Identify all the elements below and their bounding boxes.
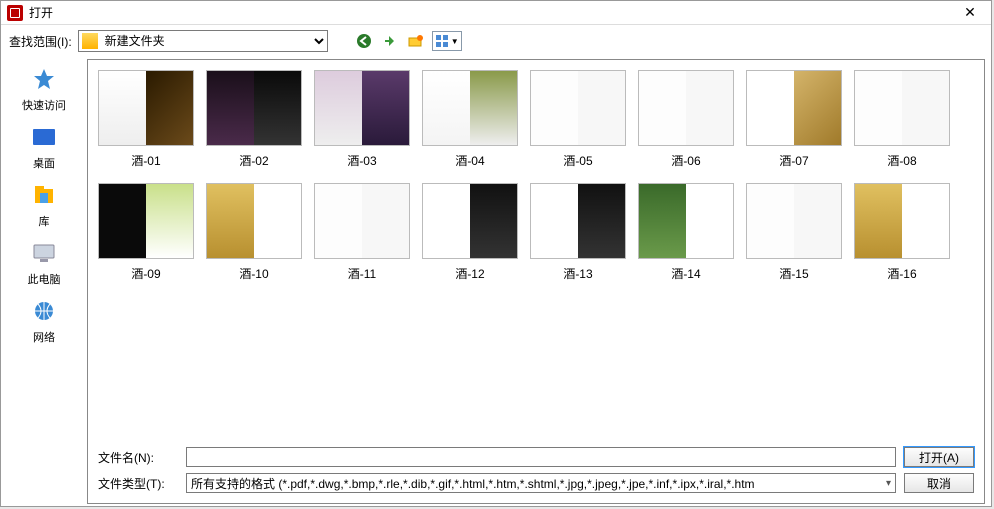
- new-folder-icon[interactable]: [406, 31, 426, 51]
- file-name: 酒-09: [131, 265, 160, 282]
- place-label: 快速访问: [22, 97, 66, 113]
- thumbnail: [98, 183, 194, 259]
- app-icon: [7, 5, 23, 21]
- file-item[interactable]: 酒-16: [848, 183, 956, 282]
- file-name: 酒-11: [348, 265, 376, 282]
- place-thispc[interactable]: 此电脑: [8, 239, 80, 287]
- file-name: 酒-02: [239, 152, 268, 169]
- file-item[interactable]: 酒-11: [308, 183, 416, 282]
- thumbnail: [638, 183, 734, 259]
- file-item[interactable]: 酒-15: [740, 183, 848, 282]
- place-desktop[interactable]: 桌面: [8, 123, 80, 171]
- file-item[interactable]: 酒-08: [848, 70, 956, 169]
- network-icon: [26, 297, 62, 327]
- file-name: 酒-16: [887, 265, 916, 282]
- file-name: 酒-01: [131, 152, 160, 169]
- toolbar: 查找范围(I): 新建文件夹 ▼: [1, 25, 991, 57]
- file-item[interactable]: 酒-03: [308, 70, 416, 169]
- file-name: 酒-13: [563, 265, 592, 282]
- file-item[interactable]: 酒-09: [92, 183, 200, 282]
- place-quickaccess[interactable]: 快速访问: [8, 65, 80, 113]
- place-libraries[interactable]: 库: [8, 181, 80, 229]
- filetype-label: 文件类型(T):: [98, 475, 178, 492]
- place-label: 桌面: [33, 155, 55, 171]
- thumbnail: [638, 70, 734, 146]
- filename-input[interactable]: [186, 447, 896, 467]
- file-name: 酒-10: [239, 265, 268, 282]
- titlebar: 打开 ✕: [1, 1, 991, 25]
- back-icon[interactable]: [354, 31, 374, 51]
- file-name: 酒-15: [779, 265, 808, 282]
- thispc-icon: [26, 239, 62, 269]
- views-icon[interactable]: ▼: [432, 31, 462, 51]
- open-button[interactable]: 打开(A): [904, 447, 974, 467]
- filename-label: 文件名(N):: [98, 449, 178, 466]
- thumbnail: [98, 70, 194, 146]
- file-item[interactable]: 酒-14: [632, 183, 740, 282]
- desktop-icon: [26, 123, 62, 153]
- lookin-label: 查找范围(I):: [9, 33, 72, 50]
- thumbnail: [422, 70, 518, 146]
- file-name: 酒-04: [455, 152, 484, 169]
- place-network[interactable]: 网络: [8, 297, 80, 345]
- thumbnail: [746, 183, 842, 259]
- main-panel: 酒-01 酒-02 酒-03 酒-04 酒-05 酒-06 酒-07 酒-08 酒-09 酒-10…: [87, 59, 985, 504]
- thumbnail: [206, 70, 302, 146]
- file-name: 酒-08: [887, 152, 916, 169]
- thumbnail: [422, 183, 518, 259]
- filetype-select[interactable]: 所有支持的格式 (*.pdf,*.dwg,*.bmp,*.rle,*.dib,*…: [186, 473, 896, 493]
- close-icon[interactable]: ✕: [955, 4, 985, 21]
- place-label: 此电脑: [28, 271, 61, 287]
- libraries-icon: [26, 181, 62, 211]
- thumbnail: [530, 183, 626, 259]
- place-label: 库: [39, 213, 50, 229]
- quickaccess-icon: [26, 65, 62, 95]
- file-name: 酒-05: [563, 152, 592, 169]
- window-title: 打开: [29, 4, 955, 21]
- open-dialog: 打开 ✕ 查找范围(I): 新建文件夹 ▼ 快速访问桌面库此电脑网络 酒-01酒…: [0, 0, 992, 507]
- file-name: 酒-14: [671, 265, 700, 282]
- cancel-button[interactable]: 取消: [904, 473, 974, 493]
- file-item[interactable]: 酒-13: [524, 183, 632, 282]
- file-name: 酒-03: [347, 152, 376, 169]
- thumbnail: [314, 70, 410, 146]
- lookin-select[interactable]: 新建文件夹: [78, 30, 328, 52]
- thumbnail: [854, 183, 950, 259]
- file-item[interactable]: 酒-12: [416, 183, 524, 282]
- file-item[interactable]: 酒-06: [632, 70, 740, 169]
- file-item[interactable]: 酒-10: [200, 183, 308, 282]
- file-item[interactable]: 酒-07: [740, 70, 848, 169]
- thumbnail: [746, 70, 842, 146]
- filetype-value: 所有支持的格式 (*.pdf,*.dwg,*.bmp,*.rle,*.dib,*…: [191, 475, 755, 492]
- file-name: 酒-07: [779, 152, 808, 169]
- chevron-down-icon: ▼: [451, 37, 459, 46]
- file-grid: 酒-01 酒-02 酒-03 酒-04 酒-05 酒-06 酒-07 酒-08 酒-09 酒-10…: [88, 60, 984, 439]
- up-icon[interactable]: [380, 31, 400, 51]
- file-item[interactable]: 酒-05: [524, 70, 632, 169]
- file-name: 酒-12: [455, 265, 484, 282]
- place-label: 网络: [33, 329, 55, 345]
- thumbnail: [314, 183, 410, 259]
- file-item[interactable]: 酒-04: [416, 70, 524, 169]
- bottom-panel: 文件名(N): 打开(A) 文件类型(T): 所有支持的格式 (*.pdf,*.…: [88, 439, 984, 503]
- thumbnail: [206, 183, 302, 259]
- places-bar: 快速访问桌面库此电脑网络: [1, 57, 87, 506]
- file-item[interactable]: 酒-01: [92, 70, 200, 169]
- file-item[interactable]: 酒-02: [200, 70, 308, 169]
- file-name: 酒-06: [671, 152, 700, 169]
- thumbnail: [854, 70, 950, 146]
- thumbnail: [530, 70, 626, 146]
